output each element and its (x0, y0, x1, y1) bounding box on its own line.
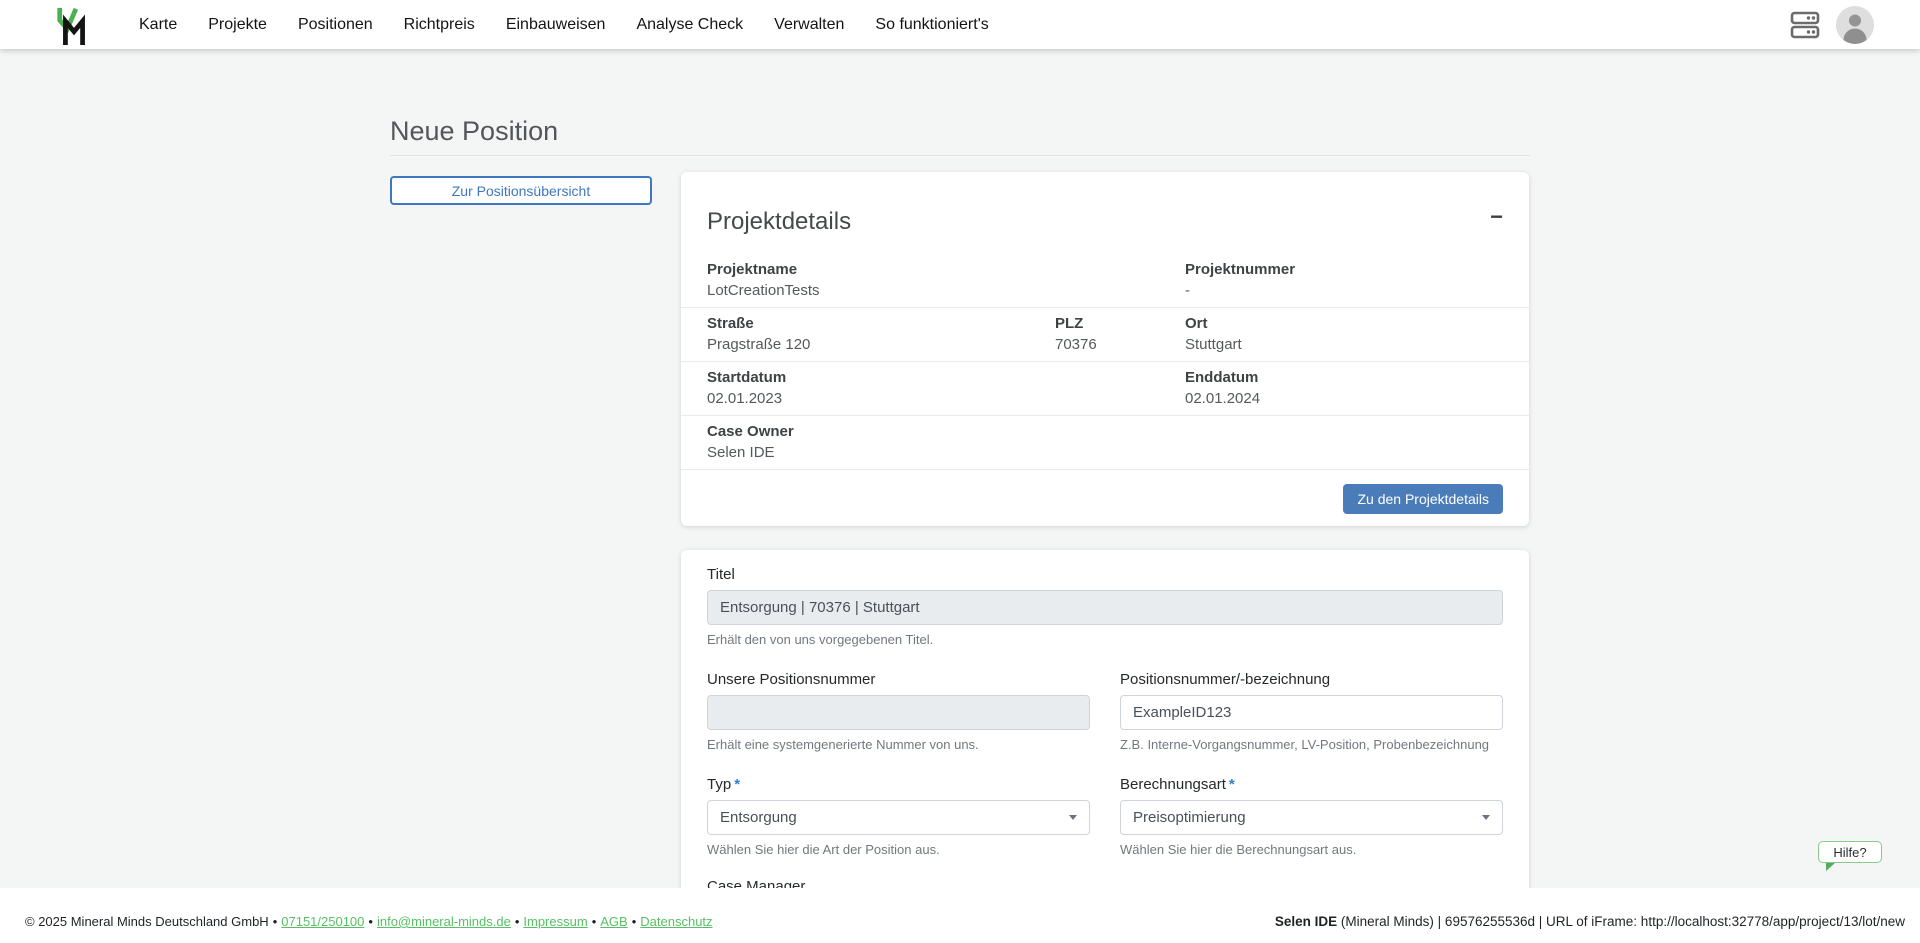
case-owner-label: Case Owner (707, 422, 1503, 442)
user-avatar-icon[interactable] (1836, 6, 1874, 44)
footer-left: © 2025 Mineral Minds Deutschland GmbH•07… (25, 914, 713, 929)
nav-links: Karte Projekte Positionen Richtpreis Ein… (139, 16, 989, 34)
help-label: Hilfe? (1833, 845, 1866, 860)
impressum-link[interactable]: Impressum (523, 914, 587, 929)
nav-item-analyse-check[interactable]: Analyse Check (636, 16, 743, 34)
ort-label: Ort (1185, 314, 1503, 334)
separator-dot: • (632, 914, 637, 929)
unsere-positionsnummer-input (707, 695, 1090, 730)
typ-group: Typ* Entsorgung Wählen Sie hier die Art … (707, 776, 1090, 857)
unsere-positionsnummer-hint: Erhält eine systemgenerierte Nummer von … (707, 737, 1090, 752)
server-icon[interactable] (1790, 11, 1820, 39)
session-user: Selen IDE (1275, 914, 1337, 929)
case-manager-group: Case Manager (707, 878, 1503, 888)
projektnummer-value: - (1185, 281, 1503, 301)
nav-item-karte[interactable]: Karte (139, 16, 177, 34)
case-manager-label: Case Manager (707, 878, 1503, 888)
berechnungsart-hint: Wählen Sie hier die Berechnungsart aus. (1120, 842, 1503, 857)
datenschutz-link[interactable]: Datenschutz (640, 914, 712, 929)
projektname-label: Projektname (707, 260, 1185, 280)
typ-select-value: Entsorgung (720, 809, 1069, 826)
phone-link[interactable]: 07151/250100 (281, 914, 364, 929)
email-link[interactable]: info@mineral-minds.de (377, 914, 511, 929)
plz-value: 70376 (1055, 335, 1185, 355)
typ-hint: Wählen Sie hier die Art der Position aus… (707, 842, 1090, 857)
detail-row: Straße Pragstraße 120 PLZ 70376 Ort Stut… (681, 308, 1529, 362)
detail-row: Startdatum 02.01.2023 Enddatum 02.01.202… (681, 362, 1529, 416)
projektname-value: LotCreationTests (707, 281, 1185, 301)
unsere-positionsnummer-group: Unsere Positionsnummer Erhält eine syste… (707, 671, 1090, 752)
titel-group: Titel Erhält den von uns vorgegebenen Ti… (707, 566, 1503, 647)
berechnungsart-label: Berechnungsart* (1120, 776, 1503, 794)
typ-select[interactable]: Entsorgung (707, 800, 1090, 835)
titel-label: Titel (707, 566, 1503, 584)
top-navbar: Karte Projekte Positionen Richtpreis Ein… (0, 0, 1920, 49)
berechnungsart-select-value: Preisoptimierung (1133, 809, 1482, 826)
typ-label: Typ* (707, 776, 1090, 794)
main-content: Neue Position Zur Positionsübersicht Pro… (0, 49, 1920, 888)
nav-item-positionen[interactable]: Positionen (298, 16, 373, 34)
strasse-label: Straße (707, 314, 1055, 334)
unsere-positionsnummer-label: Unsere Positionsnummer (707, 671, 1090, 689)
required-asterisk: * (1229, 776, 1235, 793)
case-owner-value: Selen IDE (707, 443, 1503, 463)
nav-item-verwalten[interactable]: Verwalten (774, 16, 844, 34)
positionsnummer-hint: Z.B. Interne-Vorgangsnummer, LV-Position… (1120, 737, 1503, 752)
back-to-positions-button[interactable]: Zur Positionsübersicht (390, 176, 652, 205)
project-details-rows: Projektname LotCreationTests Projektnumm… (681, 254, 1529, 470)
go-to-project-details-button[interactable]: Zu den Projektdetails (1343, 484, 1503, 514)
project-details-title: Projektdetails (707, 206, 851, 238)
agb-link[interactable]: AGB (600, 914, 627, 929)
new-position-form-card: Titel Erhält den von uns vorgegebenen Ti… (681, 550, 1529, 888)
nav-right-actions (1790, 0, 1874, 49)
chevron-down-icon (1069, 815, 1077, 820)
enddatum-label: Enddatum (1185, 368, 1503, 388)
copyright-text: © 2025 Mineral Minds Deutschland GmbH (25, 914, 269, 929)
help-button[interactable]: Hilfe? (1818, 841, 1882, 863)
required-asterisk: * (734, 776, 740, 793)
page-title: Neue Position (390, 113, 1530, 156)
project-details-card: Projektdetails − Projektname LotCreation… (681, 172, 1529, 526)
plz-label: PLZ (1055, 314, 1185, 334)
startdatum-value: 02.01.2023 (707, 389, 1185, 409)
detail-row: Case Owner Selen IDE (681, 416, 1529, 470)
footer: © 2025 Mineral Minds Deutschland GmbH•07… (0, 888, 1920, 943)
nav-item-richtpreis[interactable]: Richtpreis (404, 16, 475, 34)
separator-dot: • (368, 914, 373, 929)
separator-dot: • (273, 914, 278, 929)
session-details: (Mineral Minds) | 69576255536d | URL of … (1337, 914, 1905, 929)
nav-item-projekte[interactable]: Projekte (208, 16, 267, 34)
ort-value: Stuttgart (1185, 335, 1503, 355)
berechnungsart-group: Berechnungsart* Preisoptimierung Wählen … (1120, 776, 1503, 857)
titel-input (707, 590, 1503, 625)
detail-row: Projektname LotCreationTests Projektnumm… (681, 254, 1529, 308)
positionsnummer-input[interactable] (1120, 695, 1503, 730)
mineral-minds-logo-icon[interactable] (55, 5, 93, 45)
chevron-down-icon (1482, 815, 1490, 820)
strasse-value: Pragstraße 120 (707, 335, 1055, 355)
berechnungsart-select[interactable]: Preisoptimierung (1120, 800, 1503, 835)
separator-dot: • (592, 914, 597, 929)
collapse-card-button[interactable]: − (1490, 206, 1503, 228)
positionsnummer-label: Positionsnummer/-bezeichnung (1120, 671, 1503, 689)
enddatum-value: 02.01.2024 (1185, 389, 1503, 409)
nav-item-so-funktionierts[interactable]: So funktioniert's (875, 16, 988, 34)
positionsnummer-group: Positionsnummer/-bezeichnung Z.B. Intern… (1120, 671, 1503, 752)
projektnummer-label: Projektnummer (1185, 260, 1503, 280)
startdatum-label: Startdatum (707, 368, 1185, 388)
nav-item-einbauweisen[interactable]: Einbauweisen (506, 16, 606, 34)
speech-bubble-tail-icon (1826, 863, 1835, 871)
separator-dot: • (515, 914, 520, 929)
footer-session-info: Selen IDE (Mineral Minds) | 69576255536d… (1275, 914, 1905, 929)
titel-hint: Erhält den von uns vorgegebenen Titel. (707, 632, 1503, 647)
